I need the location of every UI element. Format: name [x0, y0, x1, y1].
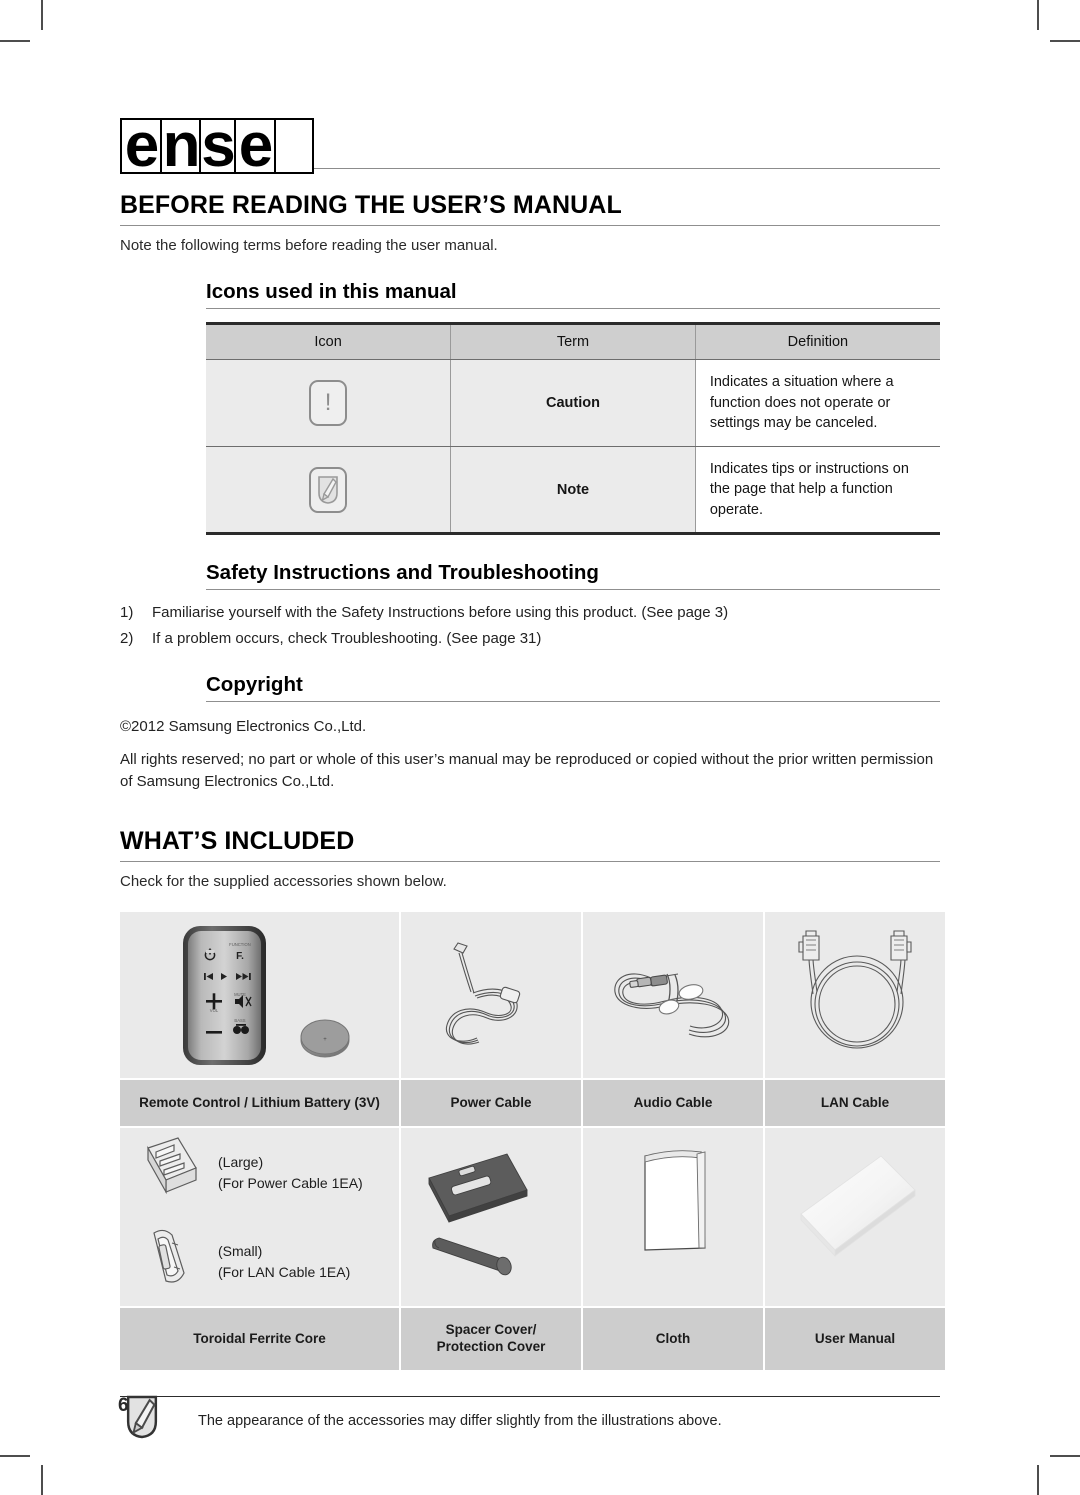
accessory-label-power-cable: Power Cable [401, 1080, 581, 1127]
ferrite-small-row: (Small) (For LAN Cable 1EA) [120, 1217, 399, 1306]
accessory-label-spacer-cover: Spacer Cover/ Protection Cover [401, 1308, 581, 1371]
masthead: e n s e [120, 100, 940, 177]
copyright-paragraph: All rights reserved; no part or whole of… [120, 751, 934, 791]
whats-included-section: WHAT’S INCLUDED Check for the supplied a… [120, 827, 945, 1451]
svg-text:+: + [323, 1037, 327, 1043]
list-item-text: Familiarise yourself with the Safety Ins… [152, 604, 729, 622]
page-number: 6 [118, 1395, 129, 1416]
ferrite-core-large-icon [147, 1137, 197, 1195]
cell-icon-caution: ! [206, 359, 452, 447]
list-item-number: 2) [120, 630, 134, 648]
ferrite-large-size: (Large) [218, 1154, 264, 1171]
wordmark-glyph-3: s [199, 115, 237, 177]
brand-wordmark: e n s e [120, 115, 314, 177]
accessory-label-user-manual: User Manual [765, 1308, 945, 1371]
accessory-label-audio-cable: Audio Cable [583, 1080, 763, 1127]
list-item-number: 1) [120, 604, 134, 622]
whats-included-intro: Check for the supplied accessories shown… [120, 873, 447, 891]
page-title-before-reading: BEFORE READING THE USER’S MANUAL [120, 191, 940, 226]
cell-definition-note: Indicates tips or instructions on the pa… [695, 446, 940, 534]
list-item-text: If a problem occurs, check Troubleshooti… [152, 630, 542, 648]
cell-icon-note [206, 446, 452, 534]
accessory-label-ferrite-core: Toroidal Ferrite Core [120, 1308, 399, 1371]
crop-mark-bottom-left-horizontal [0, 1455, 30, 1457]
crop-mark-top-right-vertical [1037, 0, 1039, 30]
accessory-image-cloth [583, 1128, 763, 1307]
svg-text:BASS: BASS [234, 1018, 245, 1023]
cell-definition-caution: Indicates a situation where a function d… [695, 359, 940, 447]
ferrite-small-usage: (For LAN Cable 1EA) [218, 1263, 351, 1280]
accessory-image-power-cable [401, 912, 581, 1079]
note-icon [309, 466, 348, 513]
list-item: 1) Familiarise yourself with the Safety … [120, 604, 940, 621]
column-header-term: Term [450, 323, 696, 360]
crop-mark-top-left-vertical [41, 0, 43, 30]
accessory-image-audio-cable [583, 912, 763, 1079]
ferrite-core-small-icon [153, 1229, 185, 1283]
caution-icon: ! [309, 379, 348, 426]
spacer-cover-label-stack: Spacer Cover/ Protection Cover [437, 1322, 546, 1356]
ferrite-large-usage: (For Power Cable 1EA) [218, 1174, 363, 1191]
copyright-line: ©2012 Samsung Electronics Co.,Ltd. [120, 718, 367, 736]
ferrite-small-text: (Small) (For LAN Cable 1EA) [218, 1241, 350, 1282]
accessory-image-user-manual [765, 1128, 945, 1307]
table-header-row: Icon Term Definition [206, 323, 940, 360]
subheading-copyright: Copyright [206, 673, 940, 703]
accessory-image-ferrite-core: (Large) (For Power Cable 1EA) (Small) (F… [120, 1128, 399, 1307]
footer-note-text: The appearance of the accessories may di… [198, 1413, 722, 1430]
accessory-image-remote-control: FUNCTION VOL MUTE BASS F. + [120, 912, 399, 1079]
before-reading-intro: Note the following terms before reading … [120, 237, 498, 254]
accessory-image-spacer-cover [401, 1128, 581, 1307]
crop-mark-top-right-horizontal [1050, 40, 1080, 42]
wordmark-glyph-1: e [120, 115, 163, 177]
safety-steps-list: 1) Familiarise yourself with the Safety … [120, 604, 940, 647]
exclamation-glyph: ! [324, 388, 332, 416]
spacer-cover-label-line1: Spacer Cover/ [445, 1322, 537, 1338]
accessory-label-remote-control: Remote Control / Lithium Battery (3V) [120, 1080, 399, 1127]
crop-mark-bottom-right-horizontal [1050, 1455, 1080, 1457]
page-content: e n s e BEFORE READING THE USER’S MANUAL… [120, 100, 945, 1451]
table-row: Note Indicates tips or instructions on t… [206, 446, 940, 534]
svg-text:FUNCTION: FUNCTION [229, 942, 251, 947]
table-row: ! Caution Indicates a situation where a … [206, 359, 940, 447]
wordmark-glyph-4: e [234, 115, 277, 177]
svg-text:MUTE: MUTE [234, 992, 246, 997]
page-title-whats-included: WHAT’S INCLUDED [120, 827, 940, 863]
column-header-icon: Icon [206, 323, 452, 360]
crop-mark-bottom-right-vertical [1037, 1465, 1039, 1495]
spacer-cover-label-line2: Protection Cover [436, 1339, 546, 1355]
list-item: 2) If a problem occurs, check Troublesho… [120, 630, 940, 647]
accessory-label-lan-cable: LAN Cable [765, 1080, 945, 1127]
accessory-label-cloth: Cloth [583, 1308, 763, 1371]
footer-note: The appearance of the accessories may di… [120, 1396, 940, 1451]
accessory-image-lan-cable [765, 912, 945, 1079]
ferrite-small-size: (Small) [218, 1243, 263, 1260]
wordmark-glyph-2: n [160, 115, 202, 177]
ferrite-large-text: (Large) (For Power Cable 1EA) [218, 1152, 363, 1193]
crop-mark-bottom-left-vertical [41, 1465, 43, 1495]
subheading-icons-used: Icons used in this manual [206, 280, 940, 309]
crop-mark-top-left-horizontal [0, 40, 30, 42]
column-header-definition: Definition [695, 323, 940, 360]
subheading-safety-instructions: Safety Instructions and Troubleshooting [206, 561, 940, 591]
cell-term-note: Note [450, 446, 696, 534]
wordmark-glyph-5-missing [274, 118, 314, 174]
ferrite-large-row: (Large) (For Power Cable 1EA) [120, 1128, 399, 1217]
accessories-grid: FUNCTION VOL MUTE BASS F. + Remote Contr… [120, 912, 945, 1371]
cell-term-caution: Caution [450, 359, 696, 447]
svg-text:F.: F. [236, 951, 244, 962]
icons-definition-table: Icon Term Definition ! Caution Indicates… [206, 322, 940, 536]
